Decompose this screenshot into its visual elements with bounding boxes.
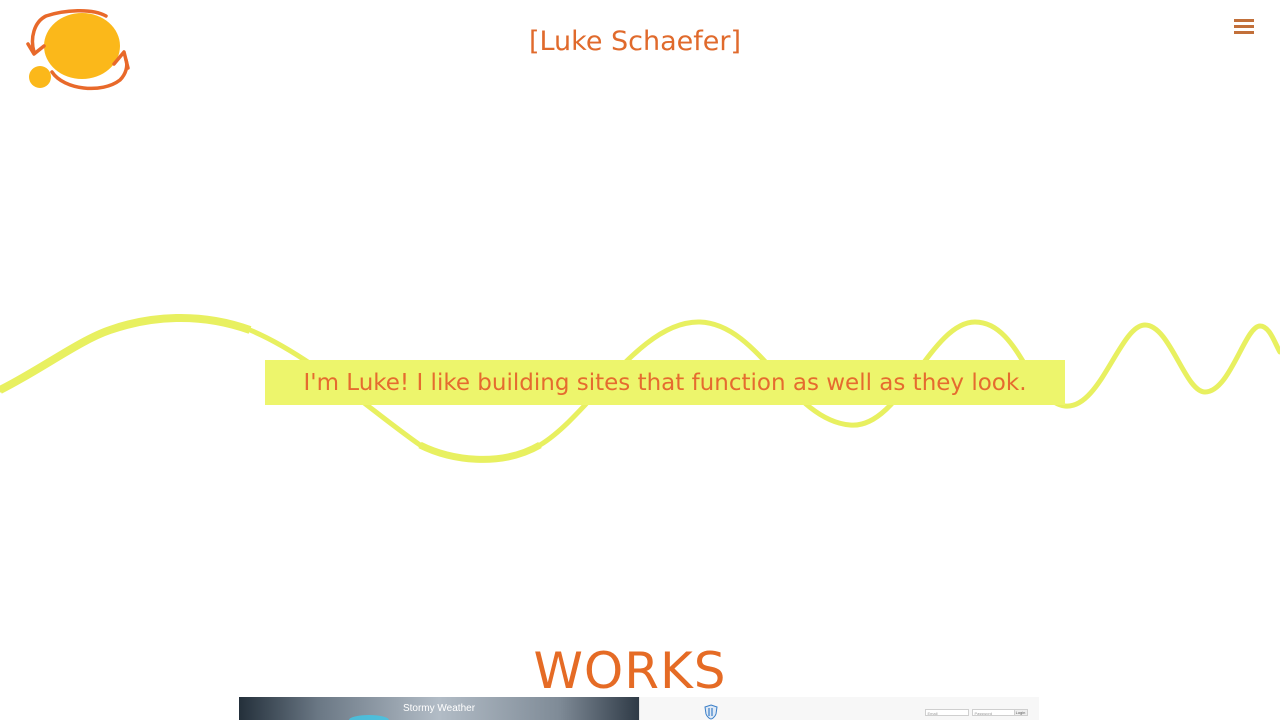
site-title: [Luke Schaefer] [528, 26, 742, 57]
email-field: Email [924, 709, 969, 716]
tagline-box: I'm Luke! I like building sites that fun… [265, 360, 1065, 405]
password-field: Password [971, 709, 1016, 716]
work-card-stormy-weather[interactable]: Stormy Weather [239, 697, 639, 720]
page: [Luke Schaefer] I'm Luke! I like buildin… [0, 0, 1280, 720]
menu-button[interactable] [1230, 14, 1258, 40]
weather-glow [349, 715, 389, 720]
shield-logo-icon [703, 704, 718, 720]
work-card-login-app[interactable]: Email Password Login [638, 697, 1039, 720]
work-card-label: Stormy Weather [402, 703, 476, 714]
works-gallery: Stormy Weather Email Password Login [239, 697, 1039, 720]
works-heading: WORKS [533, 642, 727, 700]
tagline: I'm Luke! I like building sites that fun… [303, 369, 1027, 396]
login-button: Login [1013, 709, 1028, 716]
